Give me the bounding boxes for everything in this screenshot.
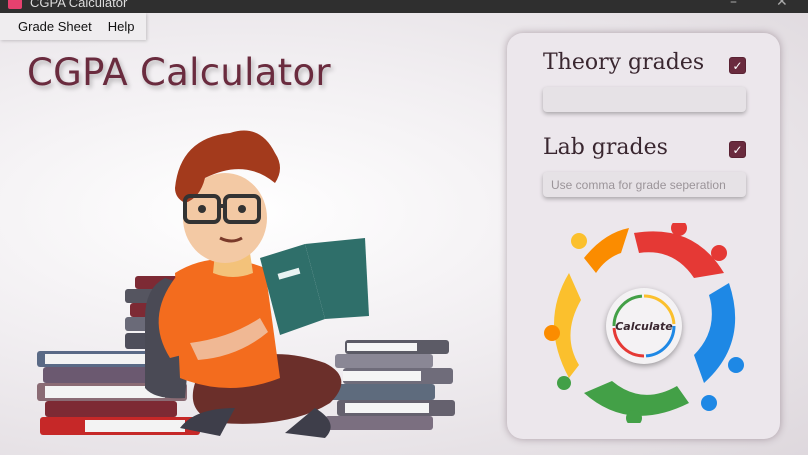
lab-grades-label: Lab grades <box>543 135 668 160</box>
lab-grades-checkbox[interactable]: ✓ <box>729 141 746 158</box>
theory-grades-label: Theory grades <box>543 50 705 75</box>
open-book <box>260 238 369 335</box>
theory-grades-input[interactable] <box>543 87 746 112</box>
check-icon: ✓ <box>732 58 743 73</box>
lab-grades-input[interactable] <box>543 172 746 197</box>
minimize-icon[interactable]: – <box>730 0 737 10</box>
main-window: Grade Sheet Help CGPA Calculator Theory … <box>0 13 808 455</box>
theory-grades-checkbox[interactable]: ✓ <box>729 57 746 74</box>
student-reading-illustration <box>37 130 455 438</box>
menu-grade-sheet[interactable]: Grade Sheet <box>10 19 100 34</box>
menu-help[interactable]: Help <box>100 19 143 34</box>
calculate-ring-icon <box>612 294 676 358</box>
grades-panel: Theory grades ✓ Lab grades ✓ Use comma f… <box>507 33 780 439</box>
menu-bar: Grade Sheet Help <box>0 13 146 40</box>
app-title: CGPA Calculator <box>27 51 331 94</box>
close-icon[interactable]: ✕ <box>776 0 788 10</box>
calculate-wheel: Calculate <box>542 220 747 426</box>
check-icon: ✓ <box>732 142 743 157</box>
window-title: CGPA Calculator <box>30 0 128 10</box>
app-icon <box>8 0 22 9</box>
book-stack-right <box>325 340 455 430</box>
window-titlebar: CGPA Calculator – ✕ <box>0 0 808 13</box>
calculate-button[interactable]: Calculate <box>606 288 682 364</box>
